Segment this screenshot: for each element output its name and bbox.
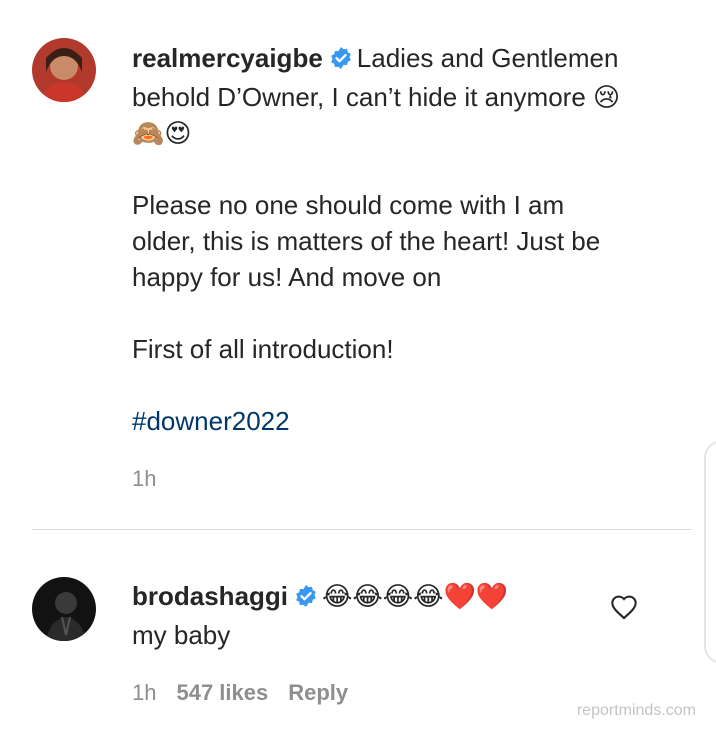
comment-emojis: 😂😂😂😂❤️❤️ <box>322 581 509 611</box>
comment-text: my baby <box>132 620 231 650</box>
verified-badge-icon <box>329 43 353 79</box>
comment-username[interactable]: brodashaggi <box>132 581 288 611</box>
verified-badge-icon <box>294 581 318 617</box>
comment-meta: 1h 547 likes Reply <box>132 680 348 706</box>
caption-paragraph-3: First of all introduction! <box>132 334 394 364</box>
caption-paragraph-2: Please no one should come with I am olde… <box>132 190 601 292</box>
side-panel-edge <box>704 440 716 664</box>
comment-likes[interactable]: 547 likes <box>176 680 268 705</box>
comment-time: 1h <box>132 680 157 705</box>
divider <box>32 529 692 530</box>
watermark: reportminds.com <box>576 702 696 719</box>
reply-button[interactable]: Reply <box>288 680 348 705</box>
post-caption: realmercyaigbe Ladies and Gentlemen behol… <box>132 40 632 439</box>
comment-body: brodashaggi 😂😂😂😂❤️❤️ my baby <box>132 578 592 653</box>
post-author-avatar[interactable] <box>32 38 96 102</box>
post-username[interactable]: realmercyaigbe <box>132 43 323 73</box>
hashtag-link[interactable]: #downer2022 <box>132 406 290 436</box>
comment-author-avatar[interactable] <box>32 577 96 641</box>
like-heart-icon[interactable] <box>610 594 638 620</box>
post-time: 1h <box>132 466 157 491</box>
